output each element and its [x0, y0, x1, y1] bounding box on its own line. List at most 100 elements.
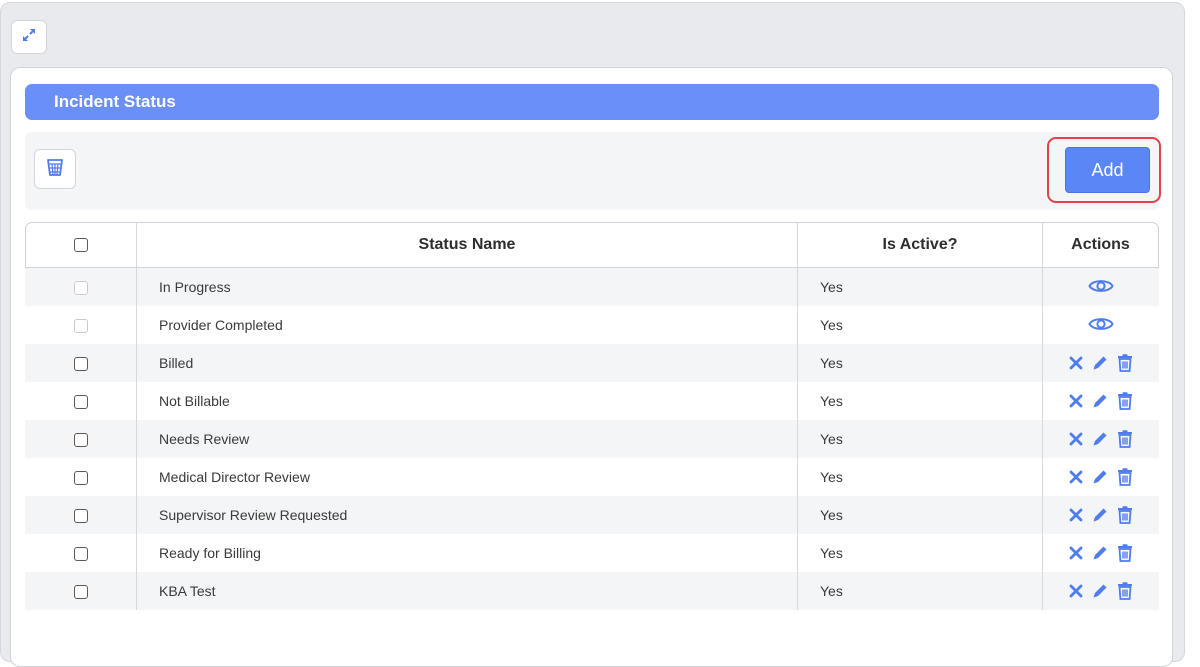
- is-active-cell: Yes: [798, 420, 1043, 458]
- card-title: Incident Status: [25, 84, 1159, 120]
- expand-button[interactable]: [11, 20, 47, 54]
- x-icon[interactable]: [1069, 584, 1083, 598]
- expand-arrows-icon: [21, 27, 37, 48]
- table-row: Supervisor Review Requested Yes: [25, 496, 1159, 534]
- row-checkbox-cell: [25, 268, 137, 306]
- row-checkbox[interactable]: [73, 433, 88, 448]
- row-actions: [1069, 429, 1133, 448]
- pencil-icon[interactable]: [1091, 430, 1109, 448]
- row-checkbox-cell: [25, 534, 137, 572]
- actions-cell: [1043, 382, 1159, 420]
- table-header-row: Status Name Is Active? Actions: [25, 222, 1159, 268]
- column-header-actions: Actions: [1043, 222, 1159, 268]
- status-table: Status Name Is Active? Actions In Progre…: [25, 222, 1159, 610]
- trash-bin-icon: [46, 157, 64, 182]
- actions-cell: [1043, 458, 1159, 496]
- row-checkbox-cell: [25, 344, 137, 382]
- pencil-icon[interactable]: [1091, 582, 1109, 600]
- actions-cell: [1043, 268, 1159, 306]
- trash-icon[interactable]: [1117, 391, 1133, 410]
- table-row: Billed Yes: [25, 344, 1159, 382]
- is-active-cell: Yes: [798, 534, 1043, 572]
- row-checkbox-cell: [25, 382, 137, 420]
- select-all-checkbox[interactable]: [74, 237, 88, 252]
- eye-icon[interactable]: [1088, 315, 1114, 333]
- row-checkbox: [73, 281, 88, 296]
- table-row: Not Billable Yes: [25, 382, 1159, 420]
- trash-icon[interactable]: [1117, 543, 1133, 562]
- actions-cell: [1043, 496, 1159, 534]
- status-name-cell: KBA Test: [137, 572, 798, 610]
- row-checkbox[interactable]: [73, 547, 88, 562]
- row-actions: [1088, 277, 1114, 295]
- row-actions: [1069, 467, 1133, 486]
- table-row: In Progress Yes: [25, 268, 1159, 306]
- column-header-is-active[interactable]: Is Active?: [798, 222, 1043, 268]
- x-icon[interactable]: [1069, 546, 1083, 560]
- table-row: Medical Director Review Yes: [25, 458, 1159, 496]
- row-checkbox-cell: [25, 572, 137, 610]
- row-actions: [1069, 581, 1133, 600]
- trash-icon[interactable]: [1117, 467, 1133, 486]
- toolbar: Add: [25, 132, 1161, 210]
- x-icon[interactable]: [1069, 470, 1083, 484]
- status-name-cell: Supervisor Review Requested: [137, 496, 798, 534]
- bulk-delete-button[interactable]: [34, 149, 76, 189]
- table-row: Ready for Billing Yes: [25, 534, 1159, 572]
- x-icon[interactable]: [1069, 432, 1083, 446]
- is-active-cell: Yes: [798, 344, 1043, 382]
- trash-icon[interactable]: [1117, 581, 1133, 600]
- trash-icon[interactable]: [1117, 353, 1133, 372]
- add-button[interactable]: Add: [1065, 147, 1150, 193]
- row-checkbox[interactable]: [73, 357, 88, 372]
- status-name-cell: Needs Review: [137, 420, 798, 458]
- pencil-icon[interactable]: [1091, 468, 1109, 486]
- status-name-cell: In Progress: [137, 268, 798, 306]
- row-checkbox-cell: [25, 306, 137, 344]
- actions-cell: [1043, 344, 1159, 382]
- status-name-cell: Provider Completed: [137, 306, 798, 344]
- table-row: KBA Test Yes: [25, 572, 1159, 610]
- status-name-cell: Ready for Billing: [137, 534, 798, 572]
- row-checkbox: [73, 319, 88, 334]
- row-actions: [1069, 543, 1133, 562]
- trash-icon[interactable]: [1117, 429, 1133, 448]
- row-checkbox-cell: [25, 420, 137, 458]
- row-checkbox[interactable]: [73, 509, 88, 524]
- pencil-icon[interactable]: [1091, 506, 1109, 524]
- x-icon[interactable]: [1069, 508, 1083, 522]
- is-active-cell: Yes: [798, 572, 1043, 610]
- trash-icon[interactable]: [1117, 505, 1133, 524]
- row-actions: [1069, 353, 1133, 372]
- row-checkbox-cell: [25, 496, 137, 534]
- row-actions: [1069, 505, 1133, 524]
- actions-cell: [1043, 572, 1159, 610]
- pencil-icon[interactable]: [1091, 544, 1109, 562]
- column-header-status-name[interactable]: Status Name: [137, 222, 798, 268]
- status-name-cell: Not Billable: [137, 382, 798, 420]
- incident-status-card: Incident Status Add Status Name Is Activ…: [10, 67, 1173, 667]
- is-active-cell: Yes: [798, 496, 1043, 534]
- row-actions: [1088, 315, 1114, 333]
- eye-icon[interactable]: [1088, 277, 1114, 295]
- pencil-icon[interactable]: [1091, 354, 1109, 372]
- row-checkbox-cell: [25, 458, 137, 496]
- actions-cell: [1043, 306, 1159, 344]
- status-name-cell: Billed: [137, 344, 798, 382]
- select-all-cell: [25, 222, 137, 268]
- x-icon[interactable]: [1069, 356, 1083, 370]
- actions-cell: [1043, 534, 1159, 572]
- table-row: Needs Review Yes: [25, 420, 1159, 458]
- pencil-icon[interactable]: [1091, 392, 1109, 410]
- actions-cell: [1043, 420, 1159, 458]
- row-checkbox[interactable]: [73, 585, 88, 600]
- status-name-cell: Medical Director Review: [137, 458, 798, 496]
- table-row: Provider Completed Yes: [25, 306, 1159, 344]
- row-checkbox[interactable]: [73, 395, 88, 410]
- is-active-cell: Yes: [798, 382, 1043, 420]
- is-active-cell: Yes: [798, 306, 1043, 344]
- row-checkbox[interactable]: [73, 471, 88, 486]
- is-active-cell: Yes: [798, 268, 1043, 306]
- is-active-cell: Yes: [798, 458, 1043, 496]
- x-icon[interactable]: [1069, 394, 1083, 408]
